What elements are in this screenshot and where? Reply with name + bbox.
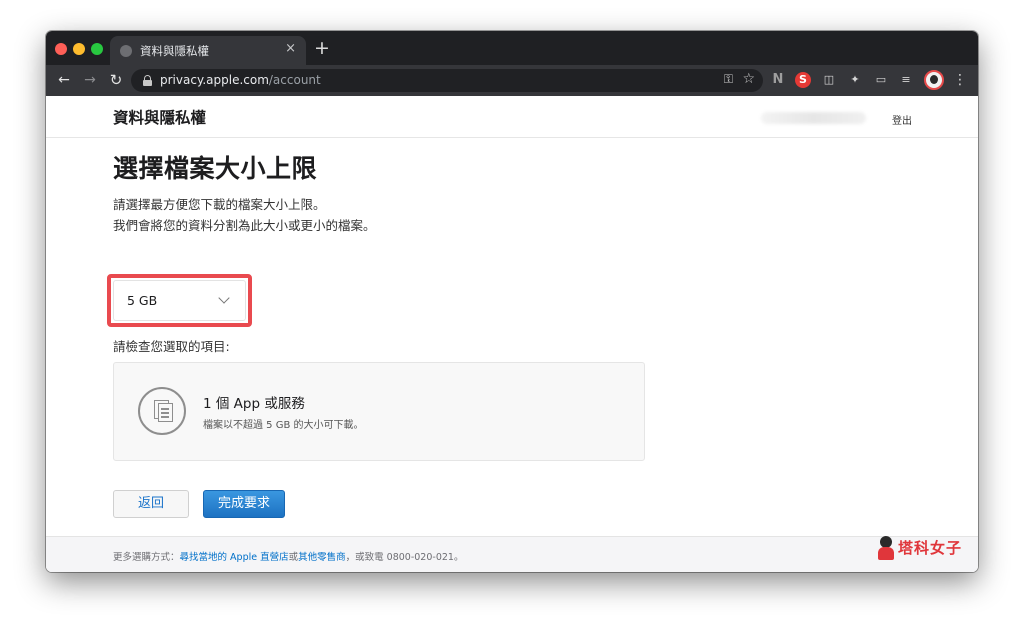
new-tab-button[interactable]: + <box>314 37 330 59</box>
tab-strip: 資料與隱私權 × + <box>46 31 978 65</box>
extension-s-icon[interactable]: S <box>795 72 811 88</box>
profile-avatar[interactable] <box>924 70 944 90</box>
reseller-link[interactable]: 其他零售商 <box>298 552 346 563</box>
file-size-select[interactable]: 5 GB <box>113 280 246 321</box>
reload-icon[interactable]: ↻ <box>107 71 125 89</box>
file-size-select-value: 5 GB <box>127 293 158 308</box>
tab-close-icon[interactable]: × <box>285 41 296 57</box>
site-title[interactable]: 資料與隱私權 <box>113 106 206 128</box>
complete-request-button[interactable]: 完成要求 <box>203 490 285 518</box>
site-header: 資料與隱私權 登出 <box>46 96 978 138</box>
find-store-link[interactable]: 尋找當地的 Apple 直營店 <box>180 552 289 563</box>
pocket-icon[interactable]: ◫ <box>821 72 837 88</box>
forward-arrow-icon[interactable]: → <box>81 71 99 89</box>
card-subtitle: 檔案以不超過 5 GB 的大小可下載。 <box>203 420 364 431</box>
cast-icon[interactable]: ▭ <box>873 72 889 88</box>
footer-links-row <box>113 567 633 572</box>
close-window-button[interactable] <box>55 43 67 55</box>
back-button[interactable]: 返回 <box>113 490 189 518</box>
minimize-window-button[interactable] <box>73 43 85 55</box>
selected-items-card: 1 個 App 或服務 檔案以不超過 5 GB 的大小可下載。 <box>113 362 645 461</box>
watermark-text: 塔科女子 <box>898 539 963 557</box>
footer-or: 或 <box>288 552 299 563</box>
signout-link[interactable]: 登出 <box>892 112 912 127</box>
footer-suffix: ，或致電 0800-020-021。 <box>345 552 464 563</box>
browser-toolbar: ← → ↻ privacy.apple.com/account ⚿ ☆ N S … <box>46 65 978 96</box>
zoom-window-button[interactable] <box>91 43 103 55</box>
tab-title: 資料與隱私權 <box>140 44 209 58</box>
back-arrow-icon[interactable]: ← <box>55 71 73 89</box>
key-icon[interactable]: ⚿ <box>724 72 733 87</box>
address-bar[interactable]: privacy.apple.com/account ⚿ ☆ <box>131 69 763 92</box>
blurred-account-name <box>761 112 866 124</box>
browser-window: 資料與隱私權 × + ← → ↻ privacy.apple.com/accou… <box>46 31 978 572</box>
browser-tab[interactable]: 資料與隱私權 × <box>110 36 306 65</box>
url-host: privacy.apple.com <box>160 73 269 87</box>
watermark-figure-icon <box>876 536 896 560</box>
footer: 更多選購方式：尋找當地的 Apple 直營店或其他零售商，或致電 0800-02… <box>46 536 978 572</box>
extensions-puzzle-icon[interactable]: ✦ <box>847 72 863 88</box>
url-path: /account <box>268 73 321 87</box>
extension-n-icon[interactable]: N <box>770 72 786 88</box>
description-line-1: 請選擇最方便您下載的檔案大小上限。 <box>113 197 326 212</box>
page-content: 資料與隱私權 登出 選擇檔案大小上限 請選擇最方便您下載的檔案大小上限。 我們會… <box>46 96 978 572</box>
document-icon <box>138 387 186 435</box>
lock-icon[interactable] <box>143 75 152 86</box>
bookmark-star-icon[interactable]: ☆ <box>742 71 755 87</box>
url-text[interactable]: privacy.apple.com/account <box>160 73 321 87</box>
chevron-down-icon <box>218 292 230 304</box>
review-label: 請檢查您選取的項目: <box>113 339 230 354</box>
favicon-icon <box>120 45 132 57</box>
page-title: 選擇檔案大小上限 <box>113 154 318 183</box>
more-menu-icon[interactable]: ⋮ <box>952 72 968 88</box>
footer-text: 更多選購方式：尋找當地的 Apple 直營店或其他零售商，或致電 0800-02… <box>113 549 463 563</box>
reading-list-icon[interactable]: ≡ <box>898 72 914 88</box>
description-line-2: 我們會將您的資料分割為此大小或更小的檔案。 <box>113 218 376 233</box>
footer-prefix: 更多選購方式： <box>113 552 180 563</box>
card-title: 1 個 App 或服務 <box>203 396 305 412</box>
